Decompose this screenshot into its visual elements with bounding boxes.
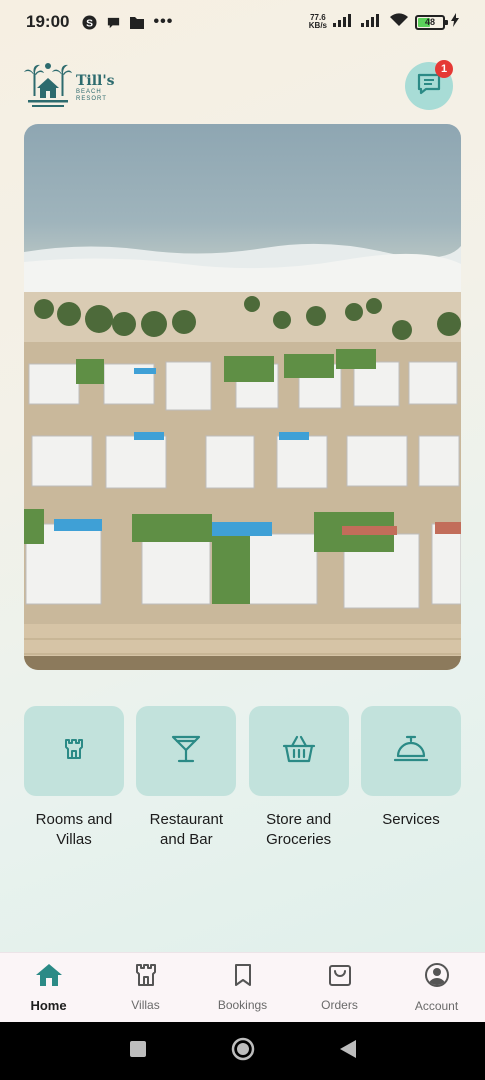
- category-label-line2: Villas: [56, 831, 92, 848]
- category-label-line1: Store and: [266, 811, 332, 828]
- category-label: Restaurant and Bar: [131, 810, 241, 850]
- nav-label: Orders: [321, 998, 358, 1012]
- category-label: Services: [356, 810, 466, 830]
- category-tile[interactable]: [136, 706, 237, 796]
- category-label: Rooms and Villas: [19, 810, 129, 850]
- chat-bubble-icon: [105, 14, 121, 30]
- category-tile[interactable]: [360, 706, 461, 796]
- service-bell-icon: [393, 734, 429, 769]
- nav-label: Villas: [131, 998, 160, 1012]
- castle-icon: [62, 737, 86, 766]
- folder-icon: [129, 14, 145, 30]
- skype-icon: S: [81, 14, 97, 30]
- svg-text:S: S: [86, 18, 93, 29]
- wifi-icon: [389, 12, 409, 32]
- category-tile[interactable]: [248, 706, 349, 796]
- signal-icon: [333, 13, 355, 32]
- charging-icon: [451, 12, 459, 32]
- category-label: Store and Groceries: [244, 810, 354, 850]
- messages-button[interactable]: 1: [405, 60, 453, 110]
- nav-orders[interactable]: Orders: [291, 963, 388, 1012]
- recent-apps-button[interactable]: [129, 1040, 147, 1063]
- back-button[interactable]: [339, 1039, 357, 1064]
- palm-house-logo-icon: [24, 60, 72, 115]
- logo-subtitle-2: RESORT: [76, 95, 107, 102]
- logo-title: Till's: [76, 72, 115, 89]
- network-speed: 77.6 KB/s: [309, 14, 327, 30]
- category-tile[interactable]: [24, 706, 124, 796]
- category-label-line1: Rooms and: [35, 811, 113, 828]
- category-label-line1: Restaurant: [149, 811, 224, 828]
- battery-icon: 48: [415, 14, 448, 30]
- castle-icon: [134, 963, 158, 992]
- status-time: 19:00: [26, 12, 70, 31]
- category-label-line2: Groceries: [266, 831, 332, 848]
- category-services[interactable]: Services: [360, 706, 461, 850]
- network-speed-unit: KB/s: [308, 21, 327, 30]
- nav-account[interactable]: Account: [388, 962, 485, 1013]
- status-bar: 19:00 S ••• 77.6 KB/s 48: [0, 0, 485, 44]
- account-icon: [424, 962, 450, 993]
- nav-villas[interactable]: Villas: [97, 963, 194, 1012]
- category-grid: Rooms and Villas Restaurant and Bar Stor…: [24, 706, 461, 850]
- app-header: Till's BEACH RESORT 1: [24, 58, 453, 114]
- messages-badge: 1: [435, 60, 453, 78]
- resort-logo[interactable]: Till's BEACH RESORT: [24, 60, 115, 115]
- system-navigation-bar: [0, 1022, 485, 1080]
- more-notifications-icon: •••: [153, 13, 174, 30]
- nav-label: Bookings: [217, 998, 268, 1012]
- logo-subtitle-1: BEACH: [76, 88, 102, 95]
- home-icon: [35, 963, 63, 992]
- resort-aerial-photo: [24, 124, 461, 670]
- nav-label: Account: [414, 999, 459, 1013]
- cocktail-icon: [170, 733, 202, 770]
- category-label-line1: Services: [382, 811, 440, 828]
- category-restaurant-bar[interactable]: Restaurant and Bar: [136, 706, 237, 850]
- nav-home[interactable]: Home: [0, 963, 97, 1013]
- nav-bookings[interactable]: Bookings: [194, 963, 291, 1012]
- bookmark-icon: [233, 963, 253, 992]
- home-button[interactable]: [231, 1037, 255, 1066]
- battery-level: 48: [424, 17, 435, 27]
- basket-icon: [282, 734, 316, 769]
- signal-icon-2: [361, 13, 383, 32]
- shopping-bag-icon: [328, 963, 352, 992]
- category-rooms-villas[interactable]: Rooms and Villas: [24, 706, 124, 850]
- category-store-groceries[interactable]: Store and Groceries: [248, 706, 349, 850]
- bottom-navigation: Home Villas Bookings Orders Account: [0, 952, 485, 1022]
- nav-label: Home: [30, 997, 67, 1013]
- category-label-line2: and Bar: [160, 831, 213, 848]
